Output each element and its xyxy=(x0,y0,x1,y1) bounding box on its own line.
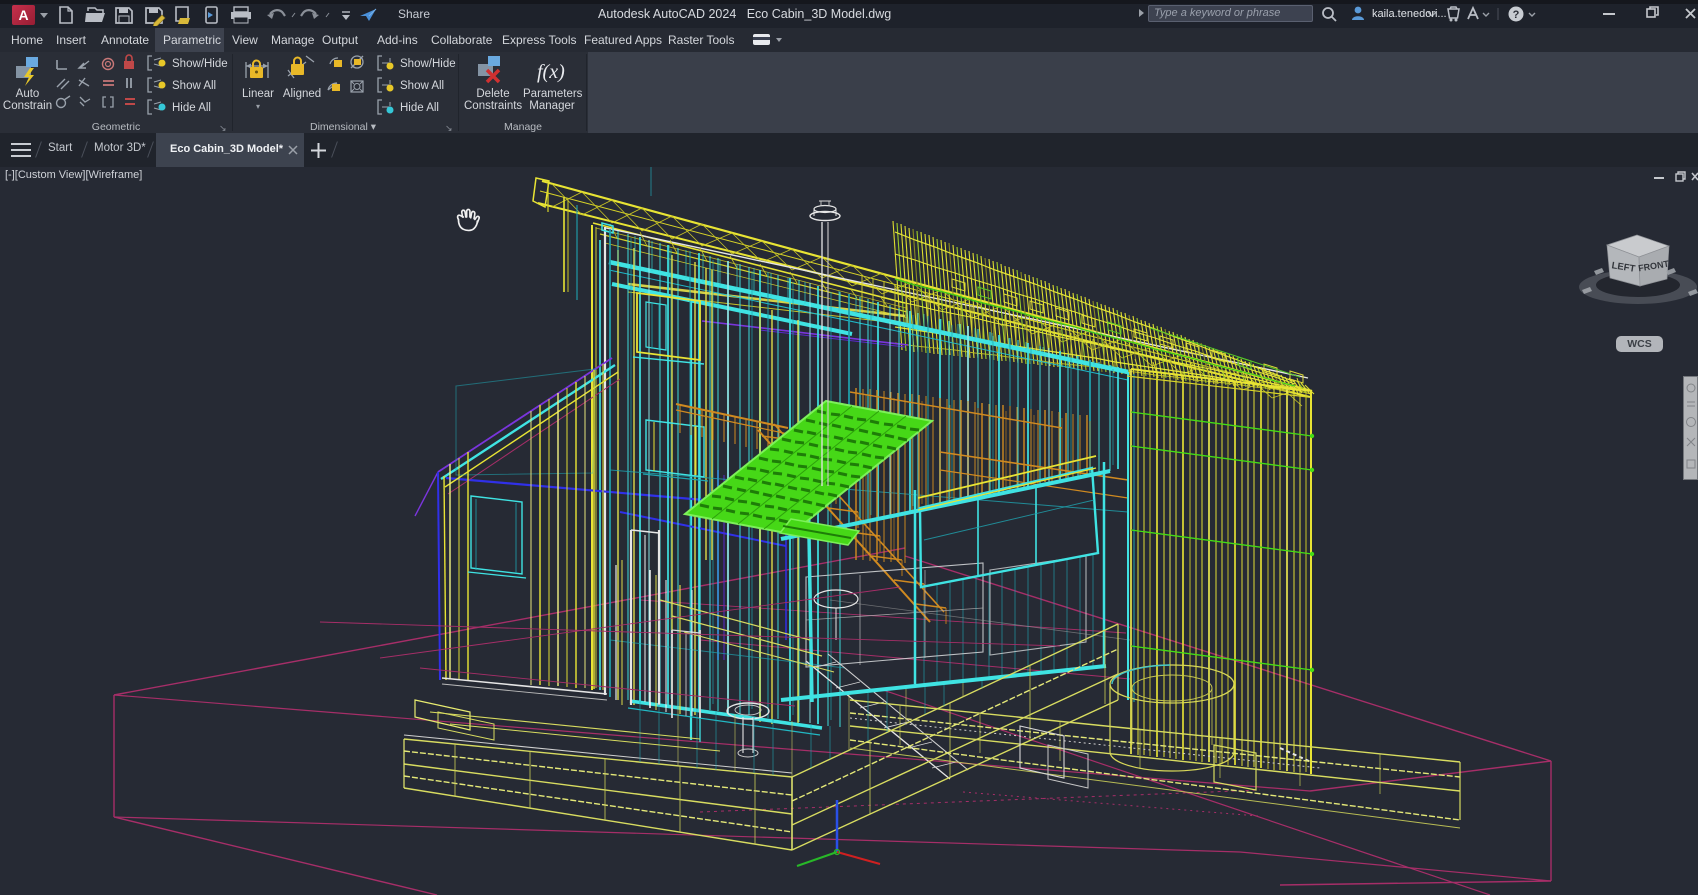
svg-text:?: ? xyxy=(1513,9,1520,21)
svg-text:f(x): f(x) xyxy=(537,61,565,83)
